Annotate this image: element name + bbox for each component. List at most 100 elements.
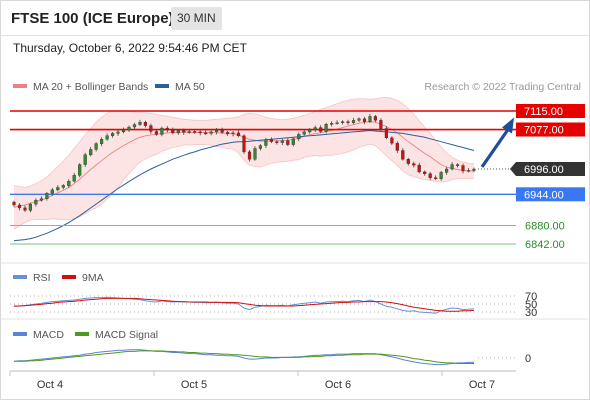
bearish-candle <box>286 140 290 145</box>
bullish-candle <box>138 121 142 125</box>
bearish-candle <box>395 142 399 151</box>
bearish-candle <box>143 121 147 126</box>
ma50-legend-label: MA 50 <box>175 81 205 93</box>
bullish-candle <box>28 203 32 211</box>
bullish-candle <box>330 122 334 125</box>
bullish-candle <box>176 130 180 134</box>
last-price-label: 6996.00 <box>524 164 564 176</box>
bearish-candle <box>204 132 208 135</box>
credit-text: Research © 2022 Trading Central <box>424 81 581 93</box>
bearish-candle <box>171 129 175 134</box>
bullish-candle <box>160 127 164 135</box>
bearish-candle <box>12 201 16 206</box>
macd-signal-line <box>14 350 474 364</box>
bullish-candle <box>368 116 372 123</box>
rsi-ma-legend-swatch <box>62 275 76 279</box>
bollinger-legend-label: MA 20 + Bollinger Bands <box>33 81 148 93</box>
bearish-candle <box>384 128 388 139</box>
bullish-candle <box>214 129 219 133</box>
bearish-candle <box>417 164 421 173</box>
bullish-candle <box>83 154 87 165</box>
bullish-candle <box>116 131 120 134</box>
bullish-candle <box>341 121 345 123</box>
bearish-candle <box>182 130 186 133</box>
bullish-candle <box>34 199 38 205</box>
bullish-candle <box>291 138 295 145</box>
bearish-candle <box>319 127 323 132</box>
bullish-candle <box>308 129 312 133</box>
bearish-candle <box>269 139 273 142</box>
bearish-candle <box>390 137 394 144</box>
bullish-candle <box>466 170 471 172</box>
bearish-candle <box>165 127 169 131</box>
macd-legend-label: MACD <box>33 329 64 341</box>
support-label: 6944.00 <box>524 189 564 201</box>
bearish-candle <box>346 121 350 123</box>
bearish-candle <box>275 141 279 143</box>
rsi-ma-legend-label: 9MA <box>82 272 104 284</box>
macd-legend: MACD MACD Signal <box>13 329 158 341</box>
bullish-candle <box>56 187 60 191</box>
bollinger-band-layer <box>13 96 475 242</box>
bullish-candle <box>351 120 356 123</box>
bearish-candle <box>373 116 377 121</box>
bearish-candle <box>456 164 460 166</box>
bullish-candle <box>132 124 137 128</box>
forecast-arrow-shaft <box>480 128 510 168</box>
bearish-candle <box>193 131 197 133</box>
forecast-arrow-layer <box>480 117 514 168</box>
x-axis-label: Oct 5 <box>181 379 207 391</box>
price-chart: MA 20 + Bollinger Bands MA 50 Research ©… <box>0 81 590 391</box>
bearish-candle <box>154 131 158 135</box>
bullish-candle <box>253 148 257 160</box>
bearish-candle <box>198 131 202 134</box>
bullish-candle <box>297 134 301 139</box>
bullish-candle <box>313 127 317 130</box>
bullish-candle <box>94 143 98 150</box>
bearish-candle <box>362 118 367 122</box>
bullish-candle <box>78 164 82 176</box>
bearish-candle <box>379 120 383 129</box>
bullish-candle <box>264 139 268 146</box>
x-axis-label: Oct 6 <box>325 379 351 391</box>
x-axis-labels: Oct 4 Oct 5 Oct 6 Oct 7 <box>9 371 495 391</box>
bullish-candle <box>439 172 443 179</box>
bullish-candle <box>72 175 76 182</box>
bullish-candle <box>45 193 49 199</box>
ma50-legend-swatch <box>155 84 169 88</box>
bearish-candle <box>247 151 252 160</box>
macd-signal-legend-label: MACD Signal <box>95 329 158 341</box>
bearish-candle <box>423 171 427 174</box>
bullish-candle <box>99 139 104 144</box>
bullish-candle <box>445 168 449 173</box>
bullish-candle <box>127 126 131 131</box>
macd-panel: 0 <box>13 349 531 366</box>
rsi-legend-label: RSI <box>33 272 51 284</box>
bullish-candle <box>450 164 454 170</box>
bullish-candle <box>105 135 109 140</box>
bullish-candle <box>231 132 235 135</box>
bearish-candle <box>428 173 432 178</box>
bearish-candle <box>236 132 241 136</box>
bearish-candle <box>401 150 405 160</box>
bearish-candle <box>149 125 153 132</box>
bullish-candle <box>67 180 71 186</box>
main-legend: MA 20 + Bollinger Bands MA 50 Research ©… <box>13 81 581 93</box>
x-axis-label: Oct 4 <box>37 379 63 391</box>
rsi-axis-label: 30 <box>525 307 537 319</box>
resistance-label: 7115.00 <box>524 106 563 118</box>
resistance-label: 7077.00 <box>524 125 564 137</box>
bearish-candle <box>242 135 246 153</box>
rsi-panel: 705030 <box>10 291 537 319</box>
bearish-candle <box>225 132 230 135</box>
bullish-candle <box>187 131 191 133</box>
bullish-candle <box>209 131 213 134</box>
bullish-candle <box>50 189 54 194</box>
bearish-candle <box>220 129 224 133</box>
bullish-candle <box>89 149 93 156</box>
bullish-candle <box>258 145 262 149</box>
target-label: 6880.00 <box>525 220 565 232</box>
bullish-candle <box>324 123 328 132</box>
bullish-candle <box>121 129 126 133</box>
rsi-legend: RSI 9MA <box>13 272 104 284</box>
